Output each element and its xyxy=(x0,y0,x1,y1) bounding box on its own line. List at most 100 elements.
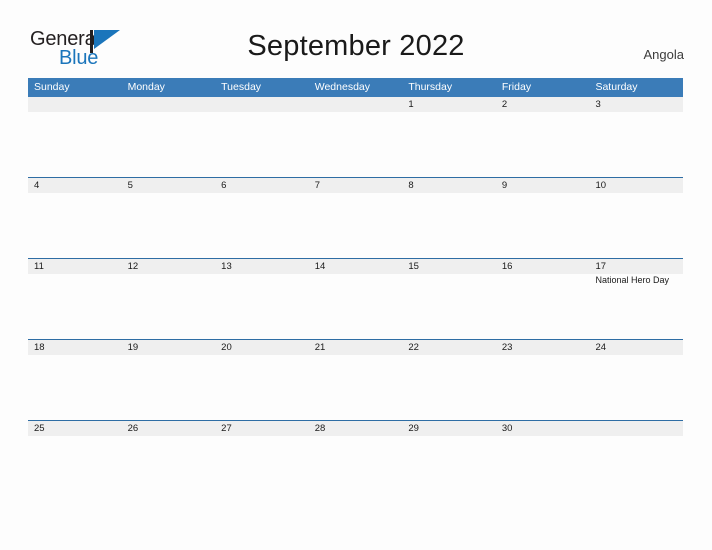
day-number-empty xyxy=(309,97,403,112)
calendar-week-row: 25 26 27 28 29 30 xyxy=(28,420,683,501)
day-of-week-header-row: Sunday Monday Tuesday Wednesday Thursday… xyxy=(28,78,683,97)
day-events-empty xyxy=(28,355,122,420)
week-event-band xyxy=(28,112,683,177)
day-events-empty xyxy=(309,355,403,420)
day-number[interactable]: 8 xyxy=(402,178,496,193)
week-date-band: 123 xyxy=(28,97,683,112)
day-events-empty xyxy=(402,274,496,339)
day-events-empty xyxy=(309,274,403,339)
week-date-band: 25 26 27 28 29 30 xyxy=(28,421,683,436)
day-header-saturday: Saturday xyxy=(595,81,638,93)
day-events-empty xyxy=(215,355,309,420)
calendar-week-row: 18 19 20 21 22 23 24 xyxy=(28,339,683,420)
day-events-empty xyxy=(309,436,403,501)
day-number[interactable]: 19 xyxy=(122,340,216,355)
day-header-wednesday: Wednesday xyxy=(314,81,370,93)
holiday-label: National Hero Day xyxy=(595,275,670,285)
day-events-empty xyxy=(496,436,590,501)
day-number[interactable]: 5 xyxy=(122,178,216,193)
week-event-band xyxy=(28,436,683,501)
day-header-tuesday: Tuesday xyxy=(221,81,262,93)
country-label: Angola xyxy=(643,47,684,62)
day-number[interactable]: 2 xyxy=(496,97,590,112)
calendar-weeks: 1 2 3 4 5 6 7 8 9 10 11 12 13 14 15 16 17 National Hero D… xyxy=(28,97,683,501)
day-events-empty xyxy=(122,193,216,258)
day-events-empty xyxy=(28,436,122,501)
day-number-empty xyxy=(589,421,683,436)
day-number[interactable]: 14 xyxy=(309,259,403,274)
day-header-thursday: Thursday xyxy=(408,81,453,93)
calendar-week-row: 11 12 13 14 15 16 17 National Hero Day xyxy=(28,258,683,339)
day-number[interactable]: 26 xyxy=(122,421,216,436)
day-events-empty xyxy=(402,112,496,177)
day-number[interactable]: 21 xyxy=(309,340,403,355)
day-events-empty xyxy=(215,193,309,258)
day-number[interactable]: 23 xyxy=(496,340,590,355)
week-date-band: 18 19 20 21 22 23 24 xyxy=(28,340,683,355)
day-events-empty xyxy=(496,274,590,339)
day-events-empty xyxy=(402,193,496,258)
day-number[interactable]: 11 xyxy=(28,259,122,274)
day-number[interactable]: 15 xyxy=(402,259,496,274)
day-number[interactable]: 29 xyxy=(402,421,496,436)
calendar-grid: Sunday Monday Tuesday Wednesday Thursday… xyxy=(28,78,683,501)
day-events-empty xyxy=(28,112,122,177)
day-number[interactable]: 22 xyxy=(402,340,496,355)
day-number[interactable]: 6 xyxy=(215,178,309,193)
day-header-monday: Monday xyxy=(127,81,165,93)
day-number[interactable]: 7 xyxy=(309,178,403,193)
day-number[interactable]: 13 xyxy=(215,259,309,274)
day-number[interactable]: 25 xyxy=(28,421,122,436)
day-header-friday: Friday xyxy=(501,81,532,93)
day-events-empty xyxy=(496,355,590,420)
day-events-empty xyxy=(589,193,683,258)
day-number[interactable]: 24 xyxy=(589,340,683,355)
day-number-empty xyxy=(28,97,122,112)
day-number[interactable]: 28 xyxy=(309,421,403,436)
day-number-empty xyxy=(215,97,309,112)
day-header-sunday: Sunday xyxy=(34,81,70,93)
day-events-empty xyxy=(215,112,309,177)
day-number[interactable]: 18 xyxy=(28,340,122,355)
week-event-band xyxy=(28,355,683,420)
day-number[interactable]: 17 xyxy=(589,259,683,274)
week-event-band: National Hero Day xyxy=(28,274,683,339)
day-events-empty xyxy=(122,274,216,339)
week-event-band xyxy=(28,193,683,258)
calendar-week-row: 4 5 6 7 8 9 10 xyxy=(28,177,683,258)
day-events-empty xyxy=(122,112,216,177)
day-events-empty xyxy=(589,112,683,177)
day-events-empty xyxy=(496,193,590,258)
day-events-empty xyxy=(496,112,590,177)
day-events-empty xyxy=(309,193,403,258)
day-number[interactable]: 27 xyxy=(215,421,309,436)
day-number[interactable]: 9 xyxy=(496,178,590,193)
day-events: National Hero Day xyxy=(589,274,683,339)
day-events-empty xyxy=(309,112,403,177)
calendar-week-row: 123 xyxy=(28,97,683,177)
week-date-band: 11 12 13 14 15 16 17 xyxy=(28,259,683,274)
day-events-empty xyxy=(215,436,309,501)
page-header: General Blue September 2022 Angola xyxy=(0,0,712,76)
day-number[interactable]: 10 xyxy=(589,178,683,193)
day-number-empty xyxy=(122,97,216,112)
week-date-band: 4 5 6 7 8 9 10 xyxy=(28,178,683,193)
day-events-empty xyxy=(215,274,309,339)
day-number[interactable]: 4 xyxy=(28,178,122,193)
day-number[interactable]: 1 xyxy=(402,97,496,112)
page-title: September 2022 xyxy=(247,30,465,62)
day-number[interactable]: 20 xyxy=(215,340,309,355)
day-number[interactable]: 3 xyxy=(589,97,683,112)
day-events-empty xyxy=(122,355,216,420)
day-events-empty xyxy=(402,355,496,420)
day-events-empty xyxy=(589,355,683,420)
day-events-empty xyxy=(402,436,496,501)
day-events-empty xyxy=(589,436,683,501)
day-events-empty xyxy=(28,274,122,339)
day-number[interactable]: 12 xyxy=(122,259,216,274)
day-events-empty xyxy=(28,193,122,258)
day-number[interactable]: 30 xyxy=(496,421,590,436)
day-number[interactable]: 16 xyxy=(496,259,590,274)
day-events-empty xyxy=(122,436,216,501)
calendar-page: General Blue September 2022 Angola Sunda… xyxy=(0,0,712,550)
